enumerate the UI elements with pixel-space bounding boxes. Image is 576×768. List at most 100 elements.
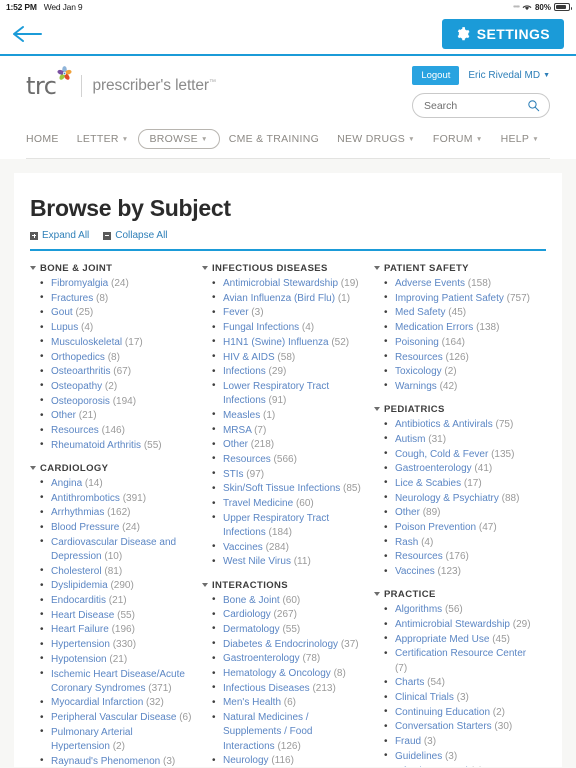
subject-list-item[interactable]: Heart Disease (55) bbox=[40, 608, 194, 623]
subject-link[interactable]: Adverse Events bbox=[395, 278, 465, 289]
subject-list-item[interactable]: Diabetes & Endocrinology (37) bbox=[212, 637, 366, 652]
subject-list-item[interactable]: Poisoning (164) bbox=[384, 335, 538, 350]
subject-link[interactable]: Bone & Joint bbox=[223, 595, 280, 606]
subject-list-item[interactable]: Fibromyalgia (24) bbox=[40, 276, 194, 291]
subject-list-item[interactable]: Travel Medicine (60) bbox=[212, 497, 366, 511]
subject-group-header[interactable]: PATIENT SAFETY bbox=[373, 263, 538, 274]
subject-list-item[interactable]: Measles (1) bbox=[212, 408, 366, 423]
subject-link[interactable]: Warnings bbox=[395, 381, 437, 392]
subject-link[interactable]: Gastroenterology bbox=[223, 653, 300, 664]
subject-list-item[interactable]: Lower Respiratory Tract Infections (91) bbox=[212, 379, 366, 408]
subject-list-item[interactable]: Neurology (116) bbox=[212, 754, 366, 767]
subject-list-item[interactable]: Appropriate Med Use (45) bbox=[384, 632, 538, 647]
subject-link[interactable]: STIs bbox=[223, 469, 244, 480]
subject-link[interactable]: Osteopathy bbox=[51, 381, 102, 392]
subject-list-item[interactable]: Pulmonary Arterial Hypertension (2) bbox=[40, 725, 194, 754]
subject-link[interactable]: Clinical Trials bbox=[395, 692, 454, 703]
subject-link[interactable]: Rash bbox=[395, 537, 418, 548]
subject-list-item[interactable]: Natural Medicines / Supplements / Food I… bbox=[212, 711, 366, 754]
subject-list-item[interactable]: Resources (126) bbox=[384, 350, 538, 365]
subject-link[interactable]: Gout bbox=[51, 307, 73, 318]
subject-list-item[interactable]: Other (218) bbox=[212, 438, 366, 452]
subject-link[interactable]: Other bbox=[51, 410, 76, 421]
subject-link[interactable]: Antimicrobial Stewardship bbox=[395, 619, 510, 630]
subject-list-item[interactable]: Hypotension (21) bbox=[40, 652, 194, 667]
subject-link[interactable]: HIV & AIDS bbox=[223, 352, 275, 363]
subject-list-item[interactable]: STIs (97) bbox=[212, 467, 366, 482]
subject-link[interactable]: Infection Control bbox=[395, 766, 468, 767]
subject-list-item[interactable]: Men's Health (6) bbox=[212, 696, 366, 710]
subject-list-item[interactable]: Musculoskeletal (17) bbox=[40, 335, 194, 350]
subject-list-item[interactable]: Cholesterol (81) bbox=[40, 564, 194, 579]
subject-list-item[interactable]: West Nile Virus (11) bbox=[212, 555, 366, 569]
subject-link[interactable]: Cough, Cold & Fever bbox=[395, 449, 488, 460]
subject-link[interactable]: Blood Pressure bbox=[51, 522, 119, 533]
subject-list-item[interactable]: Antimicrobial Stewardship (19) bbox=[212, 276, 366, 291]
subject-link[interactable]: Fibromyalgia bbox=[51, 278, 108, 289]
subject-list-item[interactable]: Rash (4) bbox=[384, 535, 538, 550]
subject-link[interactable]: Gastroenterology bbox=[395, 463, 472, 474]
subject-link[interactable]: Hypotension bbox=[51, 654, 107, 665]
subject-link[interactable]: Cholesterol bbox=[51, 566, 102, 577]
subject-link[interactable]: Autism bbox=[395, 434, 426, 445]
subject-group-header[interactable]: INFECTIOUS DISEASES bbox=[201, 263, 366, 274]
subject-link[interactable]: Continuing Education bbox=[395, 707, 490, 718]
subject-link[interactable]: Myocardial Infarction bbox=[51, 697, 143, 708]
subject-list-item[interactable]: Other (89) bbox=[384, 506, 538, 520]
subject-link[interactable]: Angina bbox=[51, 478, 82, 489]
subject-list-item[interactable]: Arrhythmias (162) bbox=[40, 506, 194, 520]
subject-link[interactable]: Rheumatoid Arthritis bbox=[51, 440, 141, 451]
subject-list-item[interactable]: Lice & Scabies (17) bbox=[384, 476, 538, 491]
nav-item-browse[interactable]: BROWSE ▼ bbox=[137, 129, 220, 149]
subject-link[interactable]: West Nile Virus bbox=[223, 556, 291, 567]
subject-link[interactable]: Avian Influenza (Bird Flu) bbox=[223, 293, 335, 304]
subject-list-item[interactable]: Gastroenterology (78) bbox=[212, 652, 366, 666]
subject-link[interactable]: Skin/Soft Tissue Infections bbox=[223, 483, 340, 494]
subject-link[interactable]: Fraud bbox=[395, 736, 421, 747]
subject-link[interactable]: Conversation Starters bbox=[395, 721, 492, 732]
subject-list-item[interactable]: Avian Influenza (Bird Flu) (1) bbox=[212, 291, 366, 306]
subject-link[interactable]: Travel Medicine bbox=[223, 498, 293, 509]
subject-list-item[interactable]: Ischemic Heart Disease/Acute Coronary Sy… bbox=[40, 667, 194, 696]
subject-link[interactable]: Neurology & Psychiatry bbox=[395, 493, 499, 504]
subject-link[interactable]: Guidelines bbox=[395, 751, 442, 762]
subject-link[interactable]: Charts bbox=[395, 677, 424, 688]
subject-link[interactable]: Hypertension bbox=[51, 639, 110, 650]
subject-link[interactable]: Osteoporosis bbox=[51, 396, 110, 407]
subject-list-item[interactable]: Lupus (4) bbox=[40, 321, 194, 335]
subject-link[interactable]: Osteoarthritis bbox=[51, 366, 110, 377]
search-input[interactable] bbox=[424, 99, 527, 112]
search-icon[interactable] bbox=[527, 99, 540, 112]
subject-link[interactable]: Orthopedics bbox=[51, 352, 105, 363]
subject-group-header[interactable]: BONE & JOINT bbox=[30, 263, 194, 274]
subject-group-header[interactable]: PEDIATRICS bbox=[373, 404, 538, 415]
subject-link[interactable]: Fungal Infections bbox=[223, 322, 299, 333]
subject-list-item[interactable]: Fever (3) bbox=[212, 306, 366, 320]
back-button[interactable] bbox=[12, 19, 52, 49]
subject-list-item[interactable]: Raynaud's Phenomenon (3) bbox=[40, 754, 194, 767]
subject-list-item[interactable]: Fractures (8) bbox=[40, 291, 194, 306]
subject-link[interactable]: Dyslipidemia bbox=[51, 580, 108, 591]
subject-list-item[interactable]: Angina (14) bbox=[40, 476, 194, 491]
subject-list-item[interactable]: Med Safety (45) bbox=[384, 306, 538, 320]
subject-list-item[interactable]: Osteoporosis (194) bbox=[40, 394, 194, 409]
subject-list-item[interactable]: Resources (146) bbox=[40, 424, 194, 438]
subject-link[interactable]: Med Safety bbox=[395, 307, 446, 318]
subject-list-item[interactable]: Warnings (42) bbox=[384, 379, 538, 394]
subject-link[interactable]: Other bbox=[395, 507, 420, 518]
subject-link[interactable]: Improving Patient Safety bbox=[395, 293, 504, 304]
subject-group-header[interactable]: PRACTICE bbox=[373, 589, 538, 600]
subject-list-item[interactable]: Gastroenterology (41) bbox=[384, 462, 538, 476]
subject-link[interactable]: Measles bbox=[223, 410, 260, 421]
subject-list-item[interactable]: Gout (25) bbox=[40, 306, 194, 320]
subject-list-item[interactable]: H1N1 (Swine) Influenza (52) bbox=[212, 335, 366, 350]
subject-list-item[interactable]: Cough, Cold & Fever (135) bbox=[384, 447, 538, 462]
subject-list-item[interactable]: Infection Control (4) bbox=[384, 764, 538, 767]
subject-link[interactable]: Antithrombotics bbox=[51, 493, 120, 504]
nav-item-home[interactable]: HOME bbox=[26, 129, 68, 149]
subject-link[interactable]: Resources bbox=[395, 352, 443, 363]
subject-list-item[interactable]: Antithrombotics (391) bbox=[40, 491, 194, 506]
subject-list-item[interactable]: Antibiotics & Antivirals (75) bbox=[384, 418, 538, 432]
subject-link[interactable]: Dermatology bbox=[223, 624, 280, 635]
subject-link[interactable]: Heart Disease bbox=[51, 610, 114, 621]
